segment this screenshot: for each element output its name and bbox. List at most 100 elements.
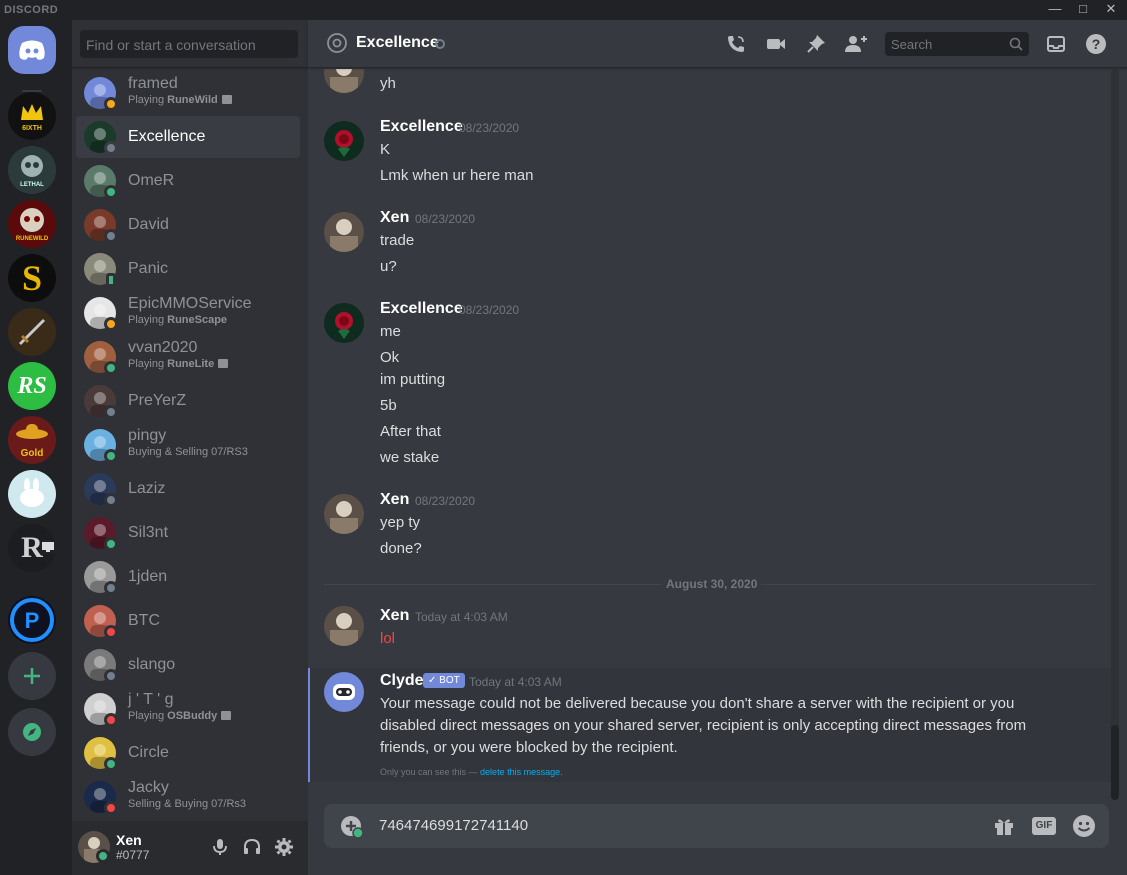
inbox-button[interactable] [1044,32,1068,56]
dm-item[interactable]: BTC [76,600,300,642]
message-avatar[interactable] [324,69,364,93]
dm-item[interactable]: Panic [76,248,300,290]
explore-servers-button[interactable] [8,708,56,756]
dm-item[interactable]: j ' T ' g Playing OSBuddy [76,688,300,730]
dm-name: slango [128,656,176,673]
start-video-call-button[interactable] [764,32,788,56]
plus-icon [24,668,40,684]
help-button[interactable]: ? [1084,32,1108,56]
dm-item[interactable]: Sil3nt [76,512,300,554]
message-input[interactable]: 746474699172741140 [379,817,528,834]
server-bunny[interactable] [8,470,56,518]
rich-presence-icon [218,359,229,368]
user-panel: Xen #0777 [72,821,308,875]
dm-item[interactable]: framed Playing RuneWild [76,72,300,114]
dm-sidebar: Find or start a conversation framed Playi… [72,20,308,875]
mute-button[interactable] [208,835,232,859]
message-author[interactable]: Excellence [380,118,463,136]
message-scrollbar[interactable] [1111,69,1119,800]
header-search-placeholder: Search [891,37,933,52]
status-offline [104,141,118,155]
dm-name: Panic [128,260,169,277]
dm-item[interactable]: OmeR [76,160,300,202]
dm-item[interactable]: Laziz [76,468,300,510]
send-gift-button[interactable] [992,814,1016,838]
dm-name: pingy [128,427,167,444]
message-author[interactable]: Xen [380,607,409,625]
delete-message-link[interactable]: delete this message. [480,767,563,777]
status-idle [104,97,118,111]
rose-avatar-icon [335,130,353,157]
svg-text:Gold: Gold [21,448,44,459]
dm-name: framed [128,75,178,92]
rich-presence-icon [221,711,232,720]
microphone-icon [213,839,227,855]
clyde-author[interactable]: Clyde [380,672,424,690]
message-avatar[interactable] [324,121,364,161]
dm-item[interactable]: EpicMMOService Playing RuneScape [76,292,300,334]
server-tequila-gold[interactable]: Gold [8,416,56,464]
message-author[interactable]: Xen [380,491,409,509]
message-avatar[interactable] [324,494,364,534]
robot-icon [333,684,355,700]
dm-item[interactable]: Circle [76,732,300,774]
ephemeral-notice: Only you can see this — delete this mess… [380,767,563,777]
status-offline [104,669,118,683]
add-server-button[interactable] [8,652,56,700]
maximize-button[interactable]: □ [1070,0,1096,20]
sidebar-divider [72,67,308,68]
avatar-image-icon [330,69,358,93]
server-rs-label: RS [17,372,47,399]
dm-name: Circle [128,744,169,761]
dm-item[interactable]: Jacky Selling & Buying 07/Rs3 [76,776,300,817]
status-dnd [104,713,118,727]
dm-item[interactable]: vvan2020 Playing RuneLite [76,336,300,378]
user-settings-button[interactable] [272,835,296,859]
svg-text:P: P [25,608,40,633]
dm-item[interactable]: 1jden [76,556,300,598]
dm-name: BTC [128,612,160,629]
add-friend-icon [845,36,867,52]
message-avatar[interactable] [324,606,364,646]
message-author[interactable]: Excellence [380,300,463,318]
gif-picker-button[interactable]: GIF [1032,814,1056,838]
activity-game: RuneLite [167,358,215,370]
server-rs[interactable]: RS [8,362,56,410]
deafen-button[interactable] [240,835,264,859]
dm-item[interactable]: Excellence [76,116,300,158]
upload-button[interactable] [340,815,364,844]
plus-circle-icon [341,816,364,839]
message-avatar[interactable] [324,212,364,252]
message-author[interactable]: Xen [380,209,409,227]
dm-item[interactable]: pingy Buying & Selling 07/RS3 [76,424,300,466]
pinned-messages-button[interactable] [804,32,828,56]
home-button[interactable] [8,26,56,74]
close-window-button[interactable]: ✕ [1098,0,1124,20]
search-icon [1009,37,1023,51]
server-p[interactable]: P [8,596,56,644]
find-conversation-input[interactable]: Find or start a conversation [80,30,298,58]
header-search-input[interactable]: Search [885,32,1029,56]
minimize-button[interactable]: — [1042,0,1068,20]
gift-icon [995,819,1013,835]
emoji-picker-button[interactable] [1072,814,1096,838]
message-timestamp: 08/23/2020 [415,212,476,226]
message-avatar[interactable] [324,303,364,343]
server-lethal[interactable]: LETHAL [8,146,56,194]
dm-item[interactable]: PreYerZ [76,380,300,422]
server-runewild[interactable]: RUNEWILD [8,200,56,248]
svg-text:6IXTH: 6IXTH [22,125,42,132]
clyde-avatar[interactable] [324,672,364,712]
server-sword[interactable] [8,308,56,356]
add-friends-to-dm-button[interactable] [844,32,868,56]
server-s[interactable]: S [8,254,56,302]
dm-item[interactable]: David [76,204,300,246]
activity-prefix: Playing [128,358,168,370]
message-text: done? [380,540,422,557]
status-dnd [104,801,118,815]
server-6ixth[interactable]: 6IXTH [8,92,56,140]
dm-item[interactable]: slango [76,644,300,686]
status-mobile-icon [106,273,116,287]
start-voice-call-button[interactable] [724,32,748,56]
scrollbar-thumb[interactable] [1111,725,1119,800]
